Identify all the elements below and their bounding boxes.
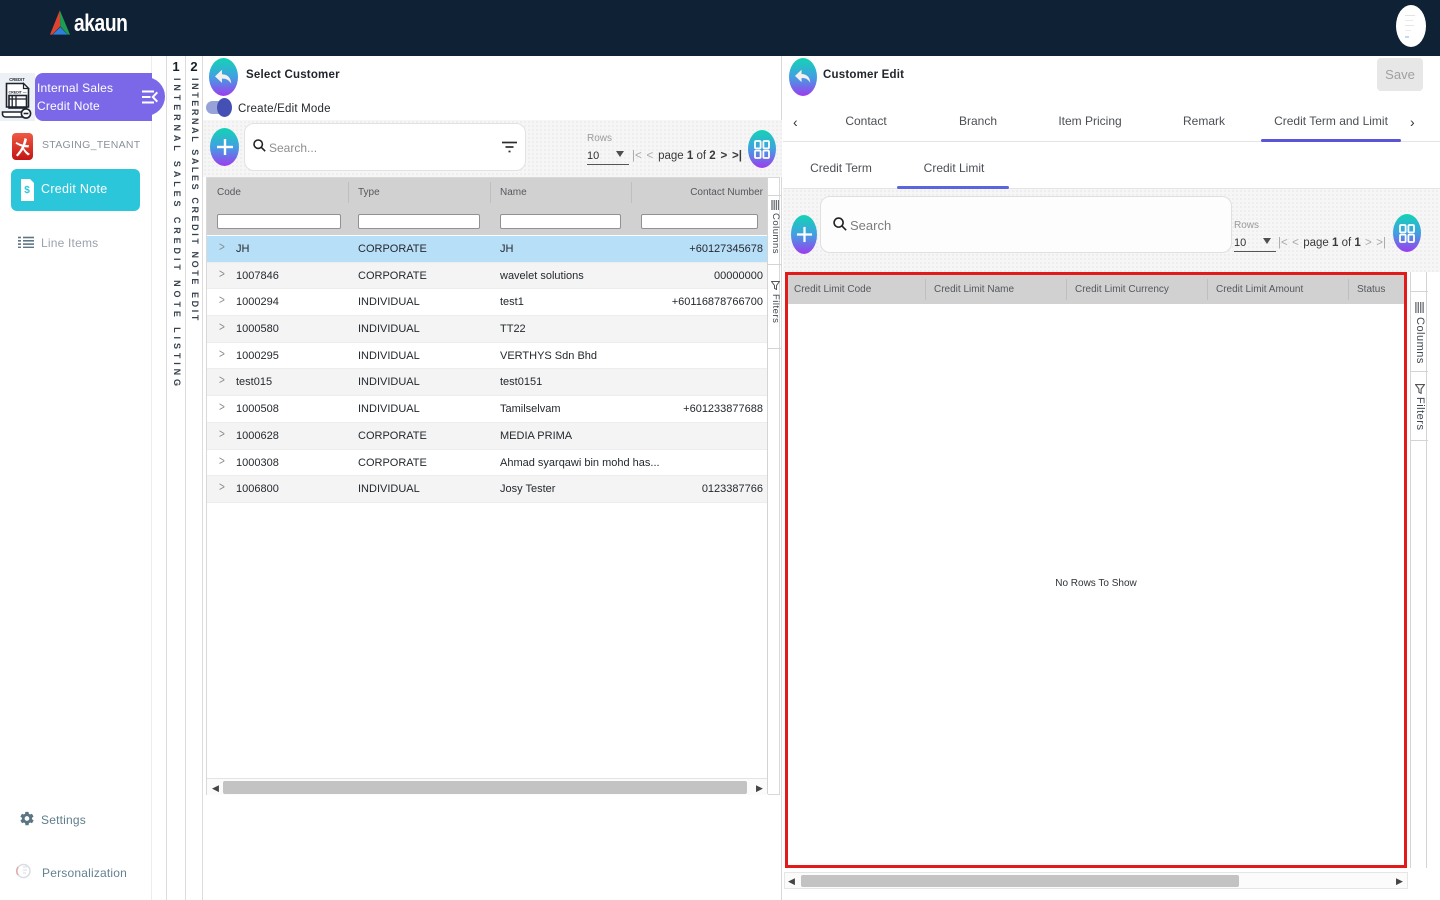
svg-text:CREDIT: CREDIT (9, 77, 25, 82)
svg-text:$: $ (24, 185, 30, 196)
svg-text:CREDIT —: CREDIT — (9, 91, 27, 95)
